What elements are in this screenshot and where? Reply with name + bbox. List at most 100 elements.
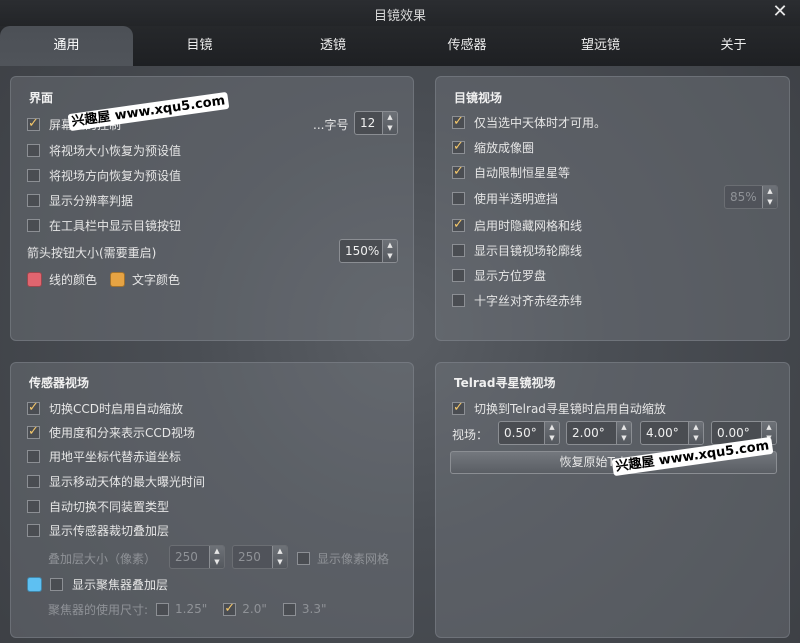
toolbar-button-option[interactable]: 在工具栏中显示目镜按钮 [27,216,181,234]
overlay-width-value[interactable]: 250 [170,546,209,568]
telrad-fov-label: 视场： [452,427,489,442]
checkbox[interactable] [452,243,465,257]
tab-telescopes[interactable]: 望远镜 [534,26,667,66]
text-color-swatch[interactable] [110,271,126,287]
checkbox[interactable] [27,193,40,207]
restore-fov-direction-option[interactable]: 将视场方向恢复为预设值 [27,166,181,184]
eyepiece-option-6[interactable]: 显示目镜视场轮廓线 [452,241,582,259]
font-size-value[interactable]: 12 [355,112,382,134]
checkbox[interactable] [50,577,63,591]
option-label: 使用度和分来表示CCD视场 [49,425,195,440]
opacity-value[interactable]: 85% [725,186,762,208]
overlay-size-row: 叠加层大小（像素） [48,549,156,567]
checkbox[interactable] [27,449,40,463]
increment-icon[interactable]: ▲ [762,422,776,433]
tab-about[interactable]: 关于 [667,26,800,66]
checkbox[interactable] [27,143,40,157]
sensor-option-6[interactable]: 显示传感器裁切叠加层 [27,521,169,539]
resolution-criterion-option[interactable]: 显示分辨率判据 [27,191,133,209]
overlay-height-spinbox[interactable]: 250 ▲ ▼ [232,545,288,569]
telrad-autozoom-option[interactable]: 切换到Telrad寻星镜时启用自动缩放 [452,399,666,417]
telrad-fov-3-spinbox[interactable]: 4.00° ▲ ▼ [640,421,704,445]
eyepiece-option-4[interactable]: 使用半透明遮挡 [452,189,558,207]
decrement-icon[interactable]: ▼ [273,557,287,568]
eyepiece-option-7[interactable]: 显示方位罗盘 [452,266,546,284]
checkbox[interactable] [452,164,465,179]
arrow-size-spinbox[interactable]: 150% ▲ ▼ [339,239,398,263]
checkbox[interactable] [452,293,465,307]
sensor-option-2[interactable]: 使用度和分来表示CCD视场 [27,423,195,441]
increment-icon[interactable]: ▲ [383,240,397,251]
sensor-option-4[interactable]: 显示移动天体的最大曝光时间 [27,472,205,490]
pixel-grid-option[interactable]: 显示像素网格 [297,549,389,567]
increment-icon[interactable]: ▲ [383,112,397,123]
sensor-panel-title: 传感器视场 [29,376,90,390]
decrement-icon[interactable]: ▼ [383,123,397,134]
opacity-spinbox[interactable]: 85% ▲ ▼ [724,185,778,209]
sensor-option-1[interactable]: 切换CCD时启用自动缩放 [27,399,183,417]
telrad-fov-value[interactable]: 4.00° [641,422,688,444]
checkbox[interactable] [27,116,40,131]
checkbox[interactable] [223,601,237,616]
eyepiece-option-1[interactable]: 仅当选中天体时才可用。 [452,113,606,131]
overlay-width-spinbox[interactable]: 250 ▲ ▼ [169,545,225,569]
checkbox[interactable] [27,499,40,513]
increment-icon[interactable]: ▲ [273,546,287,557]
tab-lenses[interactable]: 透镜 [266,26,400,66]
checkbox[interactable] [156,602,170,616]
telrad-fov-value[interactable]: 0.50° [499,422,544,444]
sensor-option-3[interactable]: 用地平坐标代替赤道坐标 [27,447,181,465]
close-icon[interactable]: ✕ [770,2,790,22]
eyepiece-option-3[interactable]: 自动限制恒星星等 [452,163,570,181]
checkbox[interactable] [27,424,40,439]
increment-icon[interactable]: ▲ [545,422,559,433]
checkbox[interactable] [27,400,40,415]
focuser-color-swatch[interactable] [27,576,42,592]
checkbox[interactable] [27,474,40,488]
increment-icon[interactable]: ▲ [210,546,224,557]
option-label: 使用半透明遮挡 [474,191,559,206]
eyepiece-option-8[interactable]: 十字丝对齐赤经赤纬 [452,291,582,309]
arrow-size-value[interactable]: 150% [340,240,382,262]
decrement-icon[interactable]: ▼ [763,197,777,208]
sensor-option-5[interactable]: 自动切换不同装置类型 [27,497,169,515]
line-color-swatch[interactable] [27,271,42,287]
tab-general[interactable]: 通用 [0,26,133,66]
decrement-icon[interactable]: ▼ [545,433,559,444]
checkbox[interactable] [27,168,40,182]
telrad-fov-1-spinbox[interactable]: 0.50° ▲ ▼ [498,421,560,445]
decrement-icon[interactable]: ▼ [210,557,224,568]
decrement-icon[interactable]: ▼ [617,433,631,444]
increment-icon[interactable]: ▲ [689,422,703,433]
telrad-fov-value[interactable]: 2.00° [567,422,616,444]
checkbox[interactable] [452,114,465,129]
restore-fov-size-option[interactable]: 将视场大小恢复为预设值 [27,141,181,159]
option-label: 在工具栏中显示目镜按钮 [49,218,182,233]
checkbox[interactable] [452,268,465,282]
eyepiece-option-5[interactable]: 启用时隐藏网格和线 [452,216,582,234]
telrad-fov-2-spinbox[interactable]: 2.00° ▲ ▼ [566,421,632,445]
option-label: 自动切换不同装置类型 [49,499,170,514]
eyepiece-option-2[interactable]: 缩放成像圈 [452,138,534,156]
font-size-spinbox[interactable]: 12 ▲ ▼ [354,111,398,135]
checkbox[interactable] [452,400,465,415]
checkbox[interactable] [297,551,310,565]
checkbox[interactable] [27,523,40,537]
increment-icon[interactable]: ▲ [617,422,631,433]
checkbox[interactable] [27,218,40,232]
overlay-height-value[interactable]: 250 [233,546,272,568]
checkbox[interactable] [452,191,465,205]
option-label: 显示传感器裁切叠加层 [49,523,170,538]
focuser-overlay-option[interactable]: 显示聚焦器叠加层 [27,575,168,593]
decrement-icon[interactable]: ▼ [383,251,397,262]
increment-icon[interactable]: ▲ [763,186,777,197]
tab-eyepieces[interactable]: 目镜 [133,26,266,66]
checkbox[interactable] [452,139,465,154]
telrad-panel: Telrad寻星镜视场 切换到Telrad寻星镜时启用自动缩放 视场： 0.50… [435,362,790,638]
tab-sensors[interactable]: 传感器 [400,26,534,66]
checkbox[interactable] [282,602,296,616]
eyepiece-panel: 目镜视场 仅当选中天体时才可用。 缩放成像圈 自动限制恒星星等 使用半透明遮挡 … [435,76,790,341]
checkbox[interactable] [452,217,465,232]
font-size-label: ...字号 [313,117,349,132]
decrement-icon[interactable]: ▼ [689,433,703,444]
